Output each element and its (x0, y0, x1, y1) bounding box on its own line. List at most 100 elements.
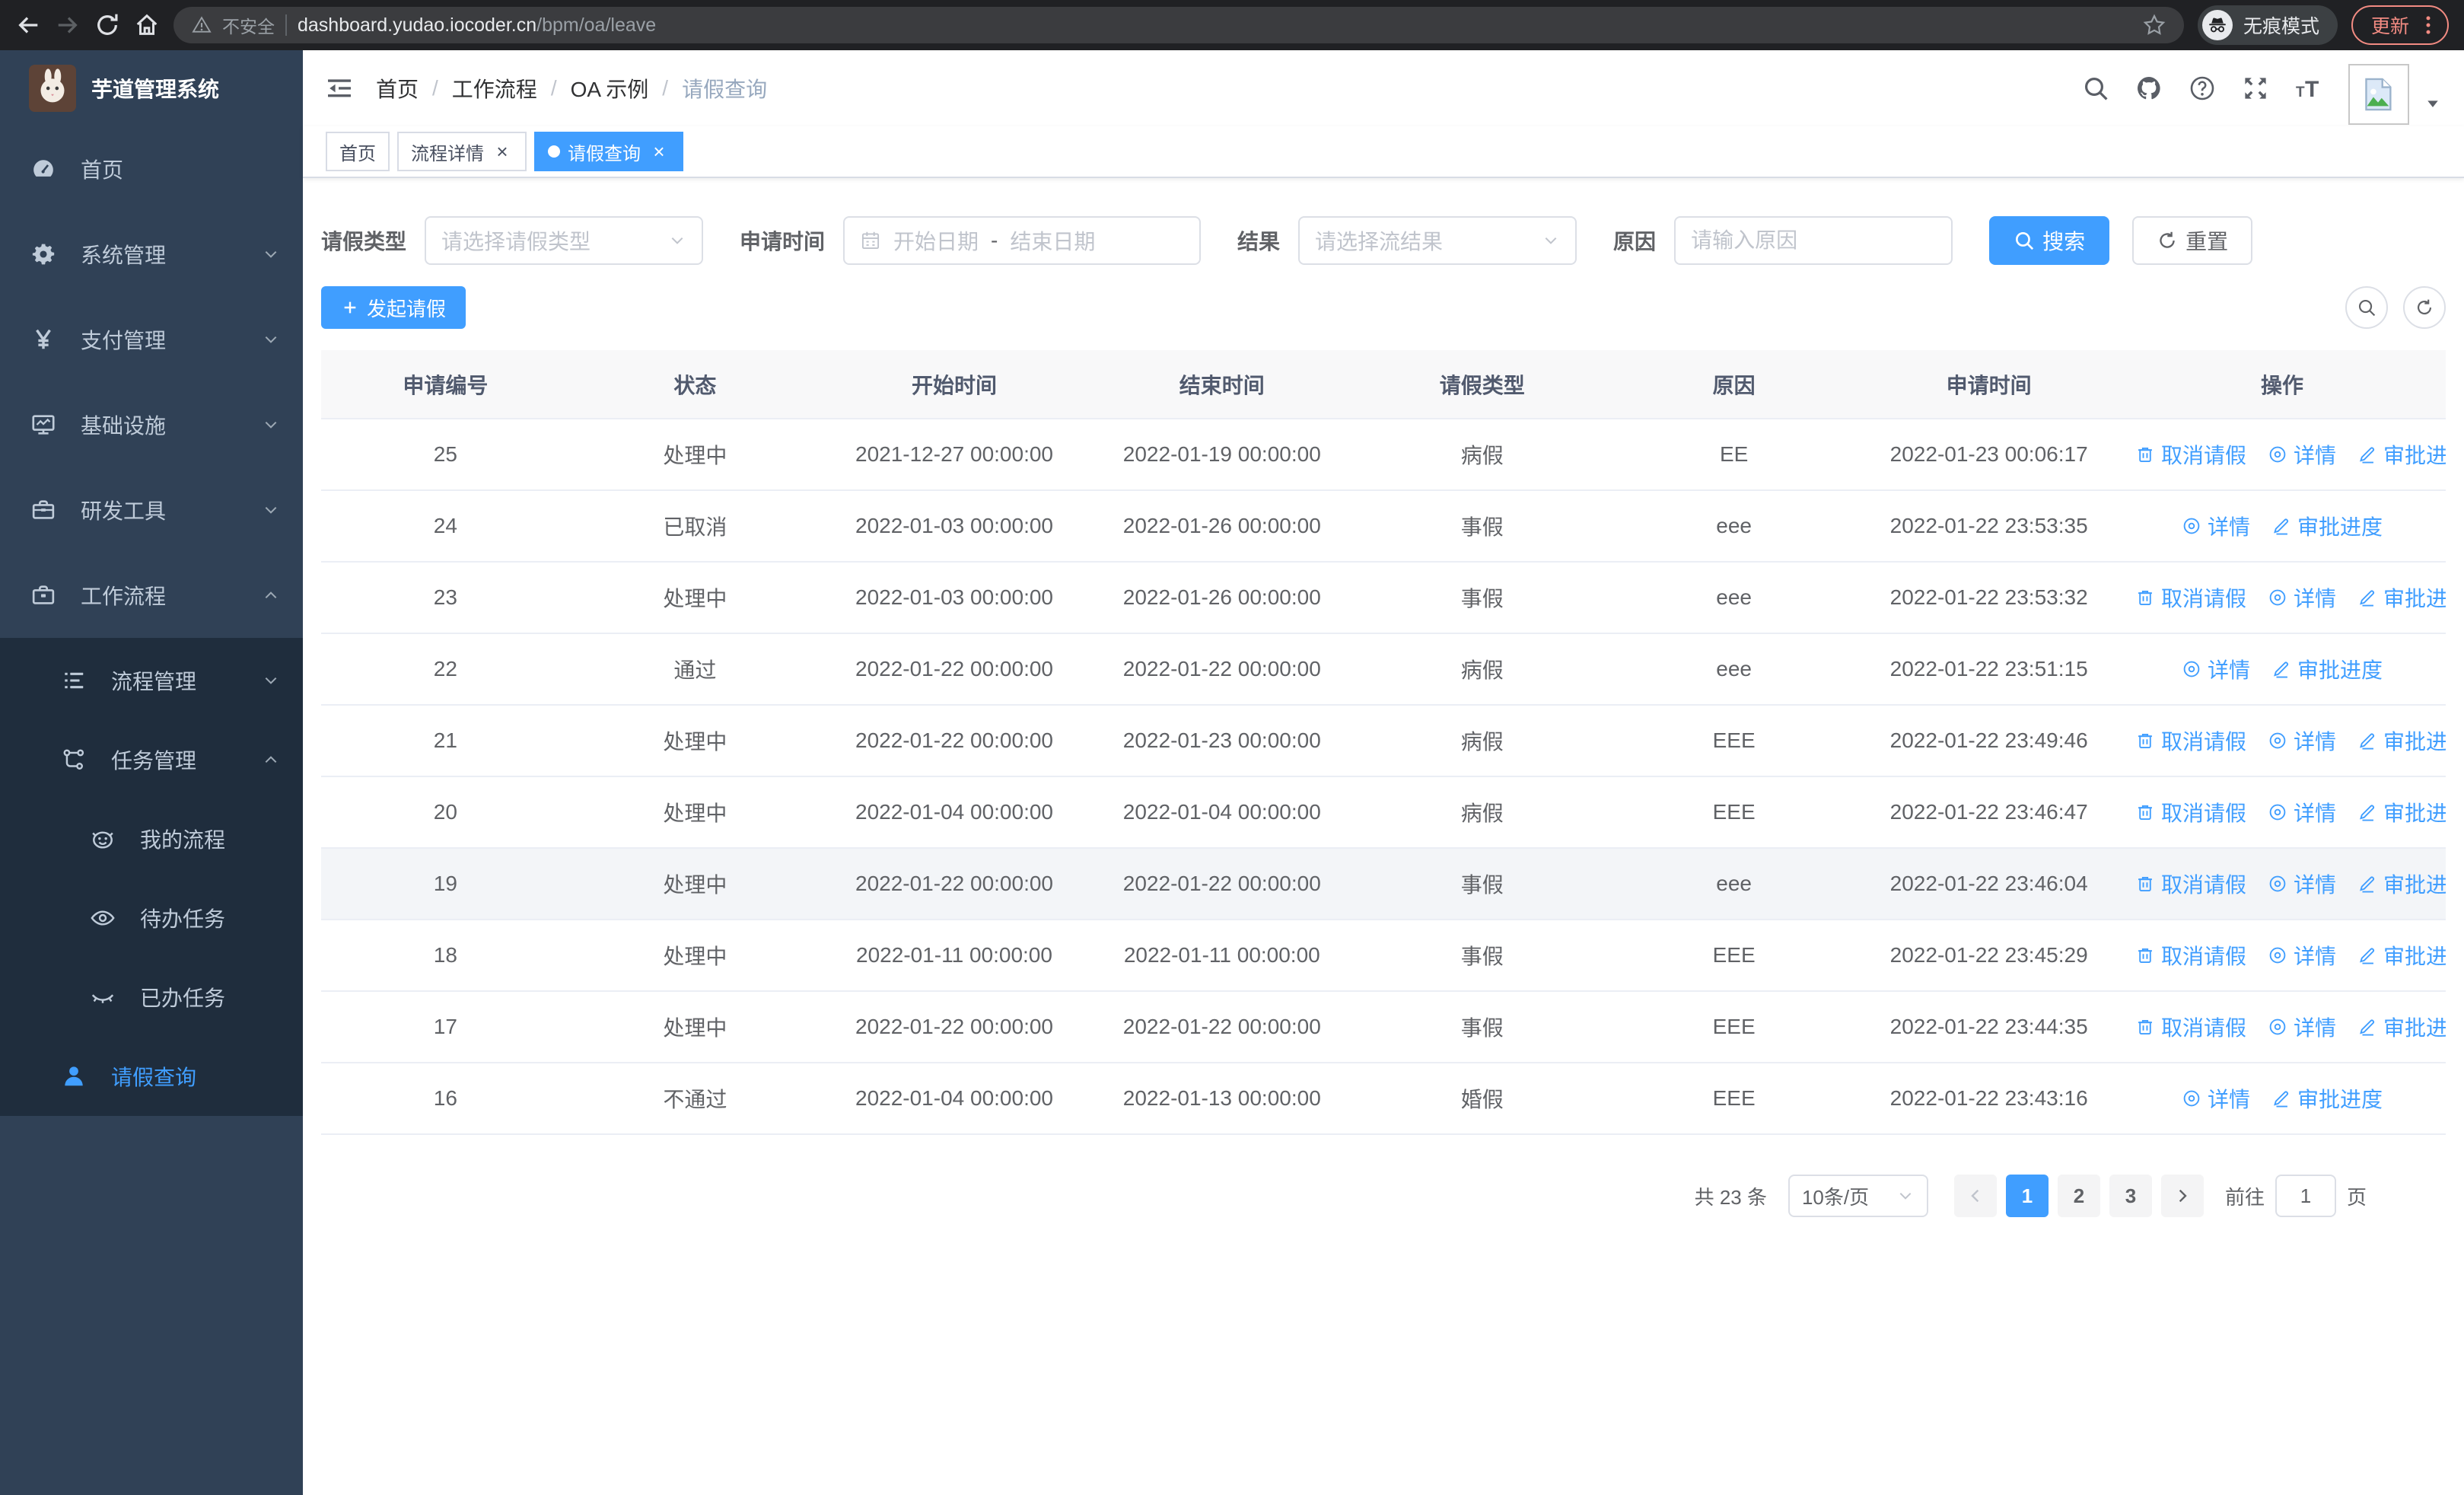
tab-home[interactable]: 首页 (326, 132, 390, 171)
detail-link[interactable]: 详情 (2268, 582, 2336, 613)
reason-input[interactable] (1691, 228, 1937, 253)
url-host: dashboard.yudao.iocoder.cn (298, 14, 537, 36)
approval-progress-link[interactable]: 审批进度 (2357, 439, 2446, 470)
address-bar[interactable]: 不安全 dashboard.yudao.iocoder.cn/bpm/oa/le… (173, 7, 2184, 43)
sidebar-item-system-management[interactable]: 系统管理 (0, 212, 303, 297)
cancel-leave-link[interactable]: 取消请假 (2135, 725, 2246, 756)
approval-progress-link[interactable]: 审批进度 (2357, 940, 2446, 971)
detail-link[interactable]: 详情 (2182, 1083, 2250, 1114)
cell-applied: 2022-01-22 23:43:16 (1859, 1063, 2119, 1135)
sidebar-item-workflow[interactable]: 工作流程 (0, 553, 303, 638)
incognito-label: 无痕模式 (2243, 16, 2319, 37)
browser-reload-icon[interactable] (94, 12, 120, 38)
page-button-1[interactable]: 1 (2005, 1175, 2049, 1217)
sidebar-item-todo-tasks[interactable]: 待办任务 (0, 878, 303, 958)
sidebar-item-payment-management[interactable]: 支付管理 (0, 297, 303, 382)
breadcrumb-item[interactable]: 工作流程 (452, 73, 537, 104)
tab-close-icon[interactable]: × (492, 141, 513, 162)
page-size-select[interactable]: 10条/页 (1788, 1175, 1928, 1217)
browser-home-icon[interactable] (134, 12, 160, 38)
detail-link[interactable]: 详情 (2268, 1012, 2336, 1042)
sidebar-item-task-management[interactable]: 任务管理 (0, 720, 303, 799)
cell-applied: 2022-01-22 23:53:32 (1859, 562, 2119, 634)
cancel-leave-link[interactable]: 取消请假 (2135, 439, 2246, 470)
cancel-leave-link[interactable]: 取消请假 (2135, 797, 2246, 827)
approval-progress-link[interactable]: 审批进度 (2357, 797, 2446, 827)
sidebar-item-done-tasks[interactable]: 已办任务 (0, 958, 303, 1037)
cell-reason: eee (1608, 848, 1860, 920)
next-page-button[interactable] (2160, 1175, 2204, 1217)
browser-back-icon[interactable] (15, 12, 41, 38)
sidebar-collapse-icon[interactable] (326, 75, 353, 102)
filter-reason: 原因 (1613, 216, 1953, 265)
date-range-picker[interactable]: 开始日期 - 结束日期 (843, 216, 1202, 265)
browser-forward-icon[interactable] (55, 12, 81, 38)
approval-progress-link[interactable]: 审批进度 (2357, 1012, 2446, 1042)
sidebar-item-home[interactable]: 首页 (0, 126, 303, 212)
detail-link[interactable]: 详情 (2268, 725, 2336, 756)
tab-close-icon[interactable]: × (648, 141, 670, 162)
sidebar-item-leave-query[interactable]: 请假查询 (0, 1037, 303, 1116)
help-icon[interactable] (2189, 75, 2216, 102)
search-button[interactable]: 搜索 (1989, 216, 2110, 265)
breadcrumb-item[interactable]: 首页 (376, 73, 419, 104)
tab-process-detail[interactable]: 流程详情 × (397, 132, 527, 171)
sidebar-item-process-management[interactable]: 流程管理 (0, 641, 303, 720)
avatar[interactable] (2348, 64, 2409, 125)
refresh-table-button[interactable] (2403, 286, 2446, 329)
chevron-up-icon (262, 586, 280, 604)
cancel-leave-link[interactable]: 取消请假 (2135, 940, 2246, 971)
detail-link[interactable]: 详情 (2182, 511, 2250, 541)
cell-start: 2022-01-22 00:00:00 (820, 705, 1088, 777)
page-button-2[interactable]: 2 (2057, 1175, 2100, 1217)
approval-progress-link[interactable]: 审批进度 (2357, 869, 2446, 899)
detail-link[interactable]: 详情 (2268, 940, 2336, 971)
column-header: 结束时间 (1087, 350, 1356, 419)
fullscreen-icon[interactable] (2242, 75, 2269, 102)
result-select[interactable]: 请选择流结果 (1298, 216, 1577, 265)
approval-progress-link[interactable]: 审批进度 (2357, 725, 2446, 756)
browser-update-button[interactable]: 更新 (2351, 5, 2449, 45)
sidebar-item-my-process[interactable]: 我的流程 (0, 799, 303, 878)
trash-icon (2135, 731, 2155, 751)
github-icon[interactable] (2135, 75, 2163, 102)
cancel-leave-link[interactable]: 取消请假 (2135, 582, 2246, 613)
approval-progress-link[interactable]: 审批进度 (2357, 582, 2446, 613)
detail-link[interactable]: 详情 (2268, 869, 2336, 899)
detail-link[interactable]: 详情 (2268, 797, 2336, 827)
avatar-caret-icon[interactable] (2424, 95, 2441, 112)
page-size-value: 10条/页 (1801, 1185, 1870, 1209)
cell-actions: 取消请假 详情 审批进度 (2118, 848, 2446, 920)
page-button-3[interactable]: 3 (2109, 1175, 2152, 1217)
goto-page-input[interactable] (2275, 1175, 2336, 1217)
approval-progress-link[interactable]: 审批进度 (2271, 511, 2383, 541)
cell-type: 病假 (1355, 419, 1609, 491)
detail-eye-icon (2268, 945, 2287, 965)
app-logo[interactable]: 芋道管理系统 (0, 50, 303, 126)
cancel-leave-link[interactable]: 取消请假 (2135, 869, 2246, 899)
sidebar-item-infrastructure[interactable]: 基础设施 (0, 382, 303, 467)
sidebar-item-dev-tools[interactable]: 研发工具 (0, 467, 303, 553)
detail-link[interactable]: 详情 (2268, 439, 2336, 470)
cell-start: 2022-01-22 00:00:00 (820, 633, 1088, 706)
approval-progress-link[interactable]: 审批进度 (2271, 1083, 2383, 1114)
create-leave-button[interactable]: 发起请假 (321, 286, 466, 329)
approval-progress-link[interactable]: 审批进度 (2271, 654, 2383, 684)
gear-icon (30, 241, 56, 267)
font-size-icon[interactable]: TT (2295, 75, 2322, 102)
breadcrumb-item[interactable]: OA 示例 (571, 73, 649, 104)
detail-eye-icon (2268, 731, 2287, 751)
search-icon[interactable] (2082, 75, 2109, 102)
tab-leave-query[interactable]: 请假查询 × (534, 132, 683, 171)
sidebar-item-label: 基础设施 (81, 414, 167, 438)
hide-search-button[interactable] (2345, 286, 2388, 329)
robot-icon (90, 826, 116, 852)
cancel-leave-link[interactable]: 取消请假 (2135, 1012, 2246, 1042)
prev-page-button[interactable] (1953, 1175, 1997, 1217)
leave-type-select[interactable]: 请选择请假类型 (425, 216, 704, 265)
detail-link[interactable]: 详情 (2182, 654, 2250, 684)
browser-menu-icon[interactable] (2417, 14, 2440, 37)
create-leave-label: 发起请假 (367, 297, 447, 320)
bookmark-star-icon[interactable] (2143, 14, 2166, 37)
reset-button[interactable]: 重置 (2132, 216, 2253, 265)
